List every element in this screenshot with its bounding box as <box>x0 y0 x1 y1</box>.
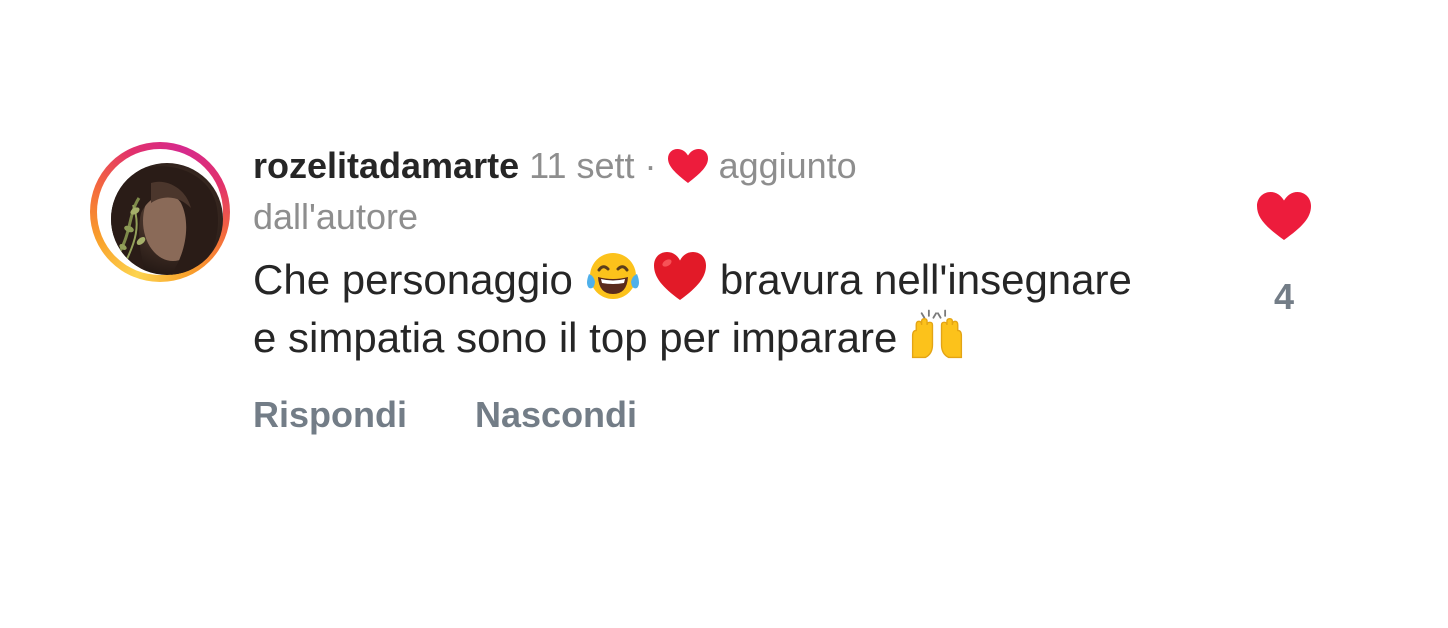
comment-text: Che personaggio bravura nell'insegnare e… <box>253 250 1153 366</box>
meta-separator: · <box>644 145 657 186</box>
author-liked-label: aggiunto <box>718 145 857 186</box>
like-heart-icon[interactable] <box>1255 190 1313 242</box>
hide-button[interactable]: Nascondi <box>475 394 637 436</box>
like-count: 4 <box>1273 276 1295 317</box>
reply-button[interactable]: Rispondi <box>253 394 407 436</box>
timestamp: 11 sett <box>529 145 635 186</box>
avatar-story-ring[interactable] <box>90 142 230 282</box>
avatar-photo-icon <box>111 166 219 275</box>
avatar-ring-gap <box>97 149 223 275</box>
face-with-tears-of-joy-icon <box>586 253 639 299</box>
red-heart-icon <box>654 252 707 300</box>
avatar[interactable] <box>111 163 223 275</box>
comment-actions: Rispondi Nascondi <box>253 394 1153 436</box>
like-column: 4 <box>1244 190 1324 318</box>
raising-hands-icon <box>911 309 963 359</box>
author-liked-label-2: dall'autore <box>253 196 418 237</box>
author-liked-heart-icon <box>667 149 708 183</box>
comment-text-part-1: Che personaggio <box>253 256 585 303</box>
comment-meta: rozelitadamarte 11 sett · aggiunto dall'… <box>253 140 1153 242</box>
username[interactable]: rozelitadamarte <box>253 145 519 186</box>
comment-content: rozelitadamarte 11 sett · aggiunto dall'… <box>253 140 1153 436</box>
comment-item: rozelitadamarte 11 sett · aggiunto dall'… <box>0 0 1448 628</box>
